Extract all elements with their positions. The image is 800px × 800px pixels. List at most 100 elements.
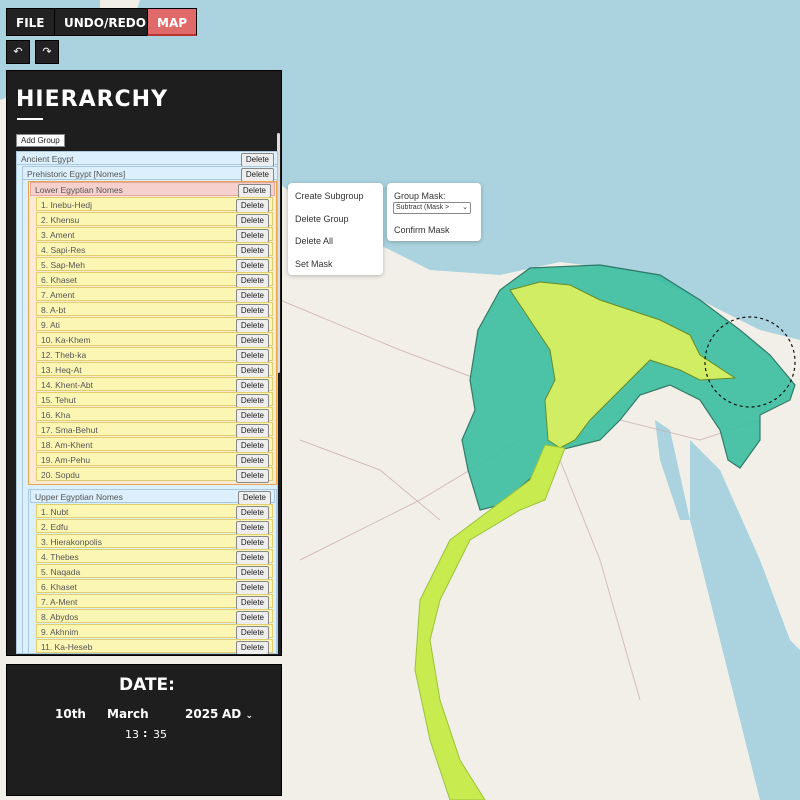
list-item-label: 4. Sapi-Res <box>41 245 86 255</box>
group-row[interactable]: Lower Egyptian Nomes Delete <box>30 182 275 198</box>
delete-button[interactable]: Delete <box>235 596 269 610</box>
delete-button[interactable]: Delete <box>235 274 269 288</box>
day-field[interactable]: 10th <box>55 707 86 721</box>
list-item[interactable]: 6. Khaset Delete <box>36 579 273 595</box>
delete-button[interactable]: Delete <box>240 168 274 182</box>
list-item[interactable]: 13. Heq-At Delete <box>36 362 273 378</box>
delete-button[interactable]: Delete <box>235 454 269 468</box>
hour-field[interactable]: 13 <box>125 728 139 741</box>
delete-button[interactable]: Delete <box>235 521 269 535</box>
map-button[interactable]: MAP <box>147 8 198 36</box>
list-item[interactable]: 5. Naqada Delete <box>36 564 273 580</box>
list-item[interactable]: 9. Ati Delete <box>36 317 273 333</box>
context-menu-item[interactable]: Create Subgroup <box>295 191 364 201</box>
file-button[interactable]: FILE <box>6 8 55 36</box>
delete-button[interactable]: Delete <box>235 551 269 565</box>
confirm-mask-button[interactable]: Confirm Mask <box>394 225 450 235</box>
delete-button[interactable]: Delete <box>235 229 269 243</box>
list-item[interactable]: 7. Ament Delete <box>36 287 273 303</box>
group-row[interactable]: Upper Egyptian Nomes Delete <box>30 489 275 505</box>
date-title: DATE: <box>119 675 175 695</box>
list-item[interactable]: 20. Sopdu Delete <box>36 467 273 483</box>
delete-button[interactable]: Delete <box>235 304 269 318</box>
delete-button[interactable]: Delete <box>235 469 269 483</box>
delete-button[interactable]: Delete <box>235 349 269 363</box>
list-item[interactable]: 6. Khaset Delete <box>36 272 273 288</box>
delete-button[interactable]: Delete <box>235 244 269 258</box>
delete-button[interactable]: Delete <box>235 626 269 640</box>
delete-button[interactable]: Delete <box>235 394 269 408</box>
list-item[interactable]: 8. A-bt Delete <box>36 302 273 318</box>
group-row-label: Ancient Egypt <box>21 154 74 164</box>
delete-button[interactable]: Delete <box>235 214 269 228</box>
minute-field[interactable]: 35 <box>153 728 167 741</box>
list-item-label: 15. Tehut <box>41 395 76 405</box>
delete-button[interactable]: Delete <box>240 153 274 167</box>
list-item[interactable]: 5. Sap-Meh Delete <box>36 257 273 273</box>
group-row[interactable]: Ancient Egypt Delete <box>16 151 278 167</box>
list-item-label: 18. Am-Khent <box>41 440 93 450</box>
undo-icon[interactable]: ↶ <box>6 40 30 64</box>
list-item[interactable]: 2. Khensu Delete <box>36 212 273 228</box>
list-item[interactable]: 3. Ament Delete <box>36 227 273 243</box>
list-item[interactable]: 12. Theb-ka Delete <box>36 347 273 363</box>
hierarchy-tree: Ancient Egypt Delete Prehistoric Egypt [… <box>16 151 278 654</box>
list-item[interactable]: 4. Thebes Delete <box>36 549 273 565</box>
delete-button[interactable]: Delete <box>235 259 269 273</box>
list-item-label: 1. Inebu-Hedj <box>41 200 93 210</box>
list-item[interactable]: 15. Tehut Delete <box>36 392 273 408</box>
era-value: AD <box>222 707 242 721</box>
list-item[interactable]: 3. Hierakonpolis Delete <box>36 534 273 550</box>
list-item[interactable]: 8. Abydos Delete <box>36 609 273 625</box>
mask-mode-value: Subtract (Mask > <box>396 204 450 211</box>
group-row[interactable]: Prehistoric Egypt [Nomes] Delete <box>22 166 278 182</box>
delete-button[interactable]: Delete <box>235 289 269 303</box>
delete-button[interactable]: Delete <box>235 506 269 520</box>
delete-button[interactable]: Delete <box>235 199 269 213</box>
list-item[interactable]: 19. Am-Pehu Delete <box>36 452 273 468</box>
list-item[interactable]: 4. Sapi-Res Delete <box>36 242 273 258</box>
list-item[interactable]: 10. Ka-Khem Delete <box>36 332 273 348</box>
delete-button[interactable]: Delete <box>235 334 269 348</box>
delete-button[interactable]: Delete <box>235 319 269 333</box>
list-item[interactable]: 17. Sma-Behut Delete <box>36 422 273 438</box>
delete-button[interactable]: Delete <box>237 184 271 198</box>
list-item[interactable]: 14. Khent-Abt Delete <box>36 377 273 393</box>
era-select[interactable]: AD ⌄ <box>222 707 253 721</box>
list-item-label: 14. Khent-Abt <box>41 380 93 390</box>
list-item[interactable]: 2. Edfu Delete <box>36 519 273 535</box>
add-group-button[interactable]: Add Group <box>16 134 65 147</box>
list-item[interactable]: 1. Inebu-Hedj Delete <box>36 197 273 213</box>
month-field[interactable]: March <box>107 707 149 721</box>
context-menu-item[interactable]: Delete All <box>295 236 333 246</box>
context-menu-item[interactable]: Set Mask <box>295 259 333 269</box>
year-field[interactable]: 2025 <box>185 707 218 721</box>
list-item-label: 7. A-Ment <box>41 597 78 607</box>
undo-redo-button[interactable]: UNDO/REDO <box>54 8 156 36</box>
redo-icon[interactable]: ↷ <box>35 40 59 64</box>
list-item[interactable]: 1. Nubt Delete <box>36 504 273 520</box>
context-menu-item[interactable]: Delete Group <box>295 214 349 224</box>
list-item-label: 1. Nubt <box>41 507 69 517</box>
list-item[interactable]: 9. Akhnim Delete <box>36 624 273 640</box>
list-item-label: 5. Naqada <box>41 567 81 577</box>
delete-button[interactable]: Delete <box>235 379 269 393</box>
list-item[interactable]: 16. Kha Delete <box>36 407 273 423</box>
chevron-down-icon: ⌄ <box>462 204 468 211</box>
delete-button[interactable]: Delete <box>235 424 269 438</box>
delete-button[interactable]: Delete <box>235 566 269 580</box>
delete-button[interactable]: Delete <box>235 641 269 654</box>
list-item[interactable]: 18. Am-Khent Delete <box>36 437 273 453</box>
delete-button[interactable]: Delete <box>235 536 269 550</box>
delete-button[interactable]: Delete <box>235 611 269 625</box>
delete-button[interactable]: Delete <box>235 364 269 378</box>
list-item-label: 6. Khaset <box>41 275 77 285</box>
mask-mode-select[interactable]: Subtract (Mask > ⌄ <box>393 202 471 214</box>
delete-button[interactable]: Delete <box>237 491 271 505</box>
list-item[interactable]: 7. A-Ment Delete <box>36 594 273 610</box>
delete-button[interactable]: Delete <box>235 409 269 423</box>
list-item-label: 2. Khensu <box>41 215 80 225</box>
delete-button[interactable]: Delete <box>235 439 269 453</box>
list-item[interactable]: 11. Ka-Heseb Delete <box>36 639 273 654</box>
delete-button[interactable]: Delete <box>235 581 269 595</box>
